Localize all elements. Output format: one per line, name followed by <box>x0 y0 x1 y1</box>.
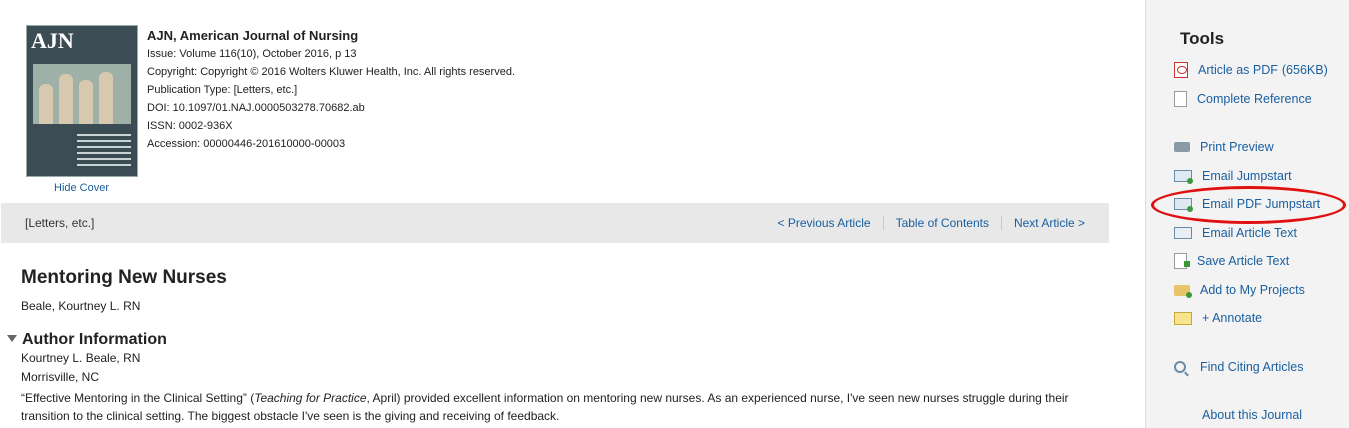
next-article-link[interactable]: Next Article > <box>1000 216 1085 230</box>
author-location: Morrisville, NC <box>21 370 99 384</box>
article-main: AJN Hide Cover AJN, American Journal of … <box>0 0 1144 428</box>
email-article-text-link[interactable]: Email Article Text <box>1174 224 1297 242</box>
cover-illustration <box>33 64 131 124</box>
article-byline: Beale, Kourtney L. RN <box>21 299 141 313</box>
folder-add-icon <box>1174 284 1192 298</box>
author-name: Kourtney L. Beale, RN <box>21 351 141 365</box>
tools-heading: Tools <box>1180 29 1225 48</box>
red-highlight-ellipse <box>1151 186 1346 224</box>
add-to-my-projects-link[interactable]: Add to My Projects <box>1174 281 1305 299</box>
annotate-icon <box>1174 311 1192 325</box>
save-article-text-link[interactable]: Save Article Text <box>1174 252 1289 270</box>
author-information-heading: Author Information <box>22 331 167 348</box>
section-label: [Letters, etc.] <box>25 216 95 230</box>
article-navigation: < Previous Article Table of Contents Nex… <box>766 216 1085 230</box>
doi: DOI: 10.1097/01.NAJ.0000503278.70682.ab <box>147 102 365 114</box>
print-preview-link[interactable]: Print Preview <box>1174 138 1274 156</box>
email-open-icon <box>1174 227 1192 239</box>
document-icon <box>1174 91 1187 107</box>
email-jumpstart-link[interactable]: Email Jumpstart <box>1174 167 1292 185</box>
about-this-journal-link[interactable]: About this Journal <box>1202 406 1302 424</box>
table-of-contents-link[interactable]: Table of Contents <box>882 216 1001 230</box>
issue-info: Issue: Volume 116(10), October 2016, p 1… <box>147 48 357 60</box>
complete-reference-link[interactable]: Complete Reference <box>1174 90 1312 108</box>
save-icon <box>1174 253 1190 269</box>
journal-title: AJN, American Journal of Nursing <box>147 28 359 43</box>
cover-text-lines <box>77 130 131 170</box>
article-metadata: AJN, American Journal of Nursing Issue: … <box>147 27 515 153</box>
article-body-paragraph: “Effective Mentoring in the Clinical Set… <box>21 391 1069 423</box>
previous-article-link[interactable]: < Previous Article <box>766 216 883 230</box>
article-nav-bar: [Letters, etc.] < Previous Article Table… <box>1 203 1109 243</box>
author-information-toggle[interactable]: Author Information <box>7 331 167 349</box>
accession: Accession: 00000446-201610000-00003 <box>147 138 346 150</box>
journal-cover-image: AJN <box>26 25 138 177</box>
cover-logo: AJN <box>31 28 74 53</box>
article-title: Mentoring New Nurses <box>21 267 227 288</box>
annotate-link[interactable]: + Annotate <box>1174 309 1262 327</box>
magnifier-icon <box>1174 361 1186 373</box>
find-citing-articles-link[interactable]: Find Citing Articles <box>1174 358 1304 376</box>
issn: ISSN: 0002-936X <box>147 120 233 132</box>
printer-icon <box>1174 142 1190 152</box>
article-as-pdf-link[interactable]: Article as PDF (656KB) <box>1174 61 1328 79</box>
publication-type: Publication Type: [Letters, etc.] <box>147 84 298 96</box>
email-icon <box>1174 170 1193 184</box>
collapse-triangle-icon <box>7 335 17 342</box>
hide-cover-link[interactable]: Hide Cover <box>54 182 109 194</box>
copyright-info: Copyright: Copyright © 2016 Wolters Kluw… <box>147 66 516 78</box>
pdf-icon <box>1174 62 1188 78</box>
